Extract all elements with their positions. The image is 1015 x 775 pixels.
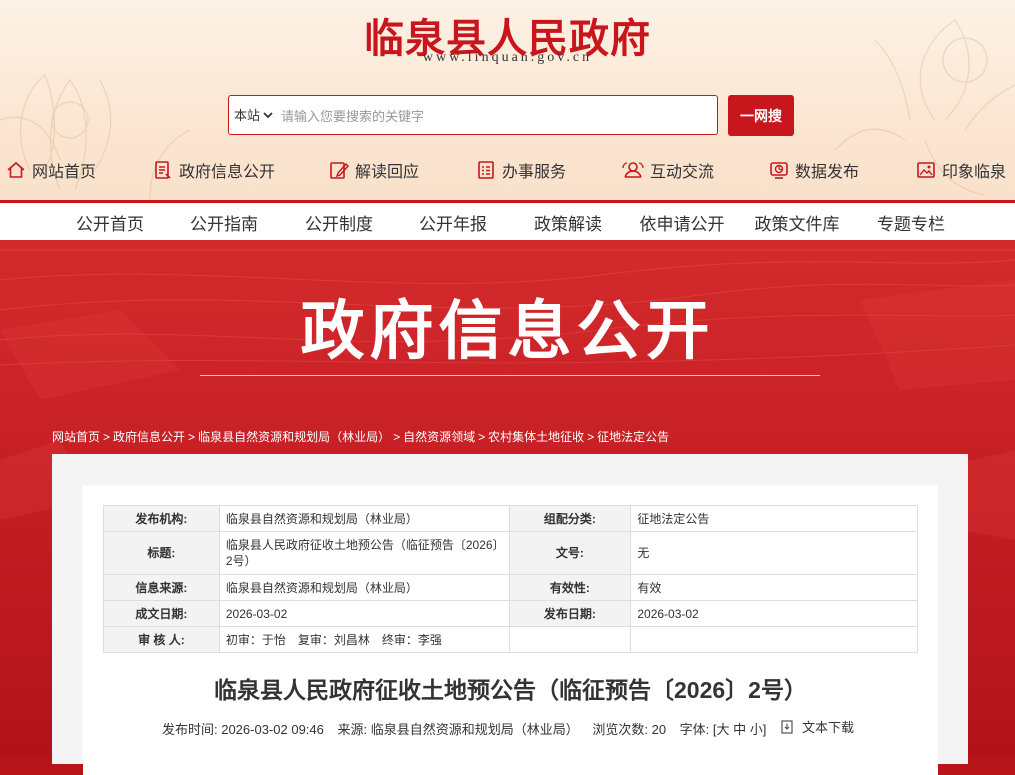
- validity-value: 有效: [630, 574, 918, 601]
- breadcrumb-link[interactable]: 征地法定公告: [597, 430, 669, 444]
- download-icon: [781, 719, 793, 734]
- source-label: 信息来源:: [103, 574, 220, 601]
- edit-icon: [330, 162, 349, 179]
- nav-interpretation-label: 解读回应: [355, 164, 420, 181]
- article-info: 发布时间: 2026-03-02 09:46 来源: 临泉县自然资源和规划局（林…: [83, 717, 938, 738]
- nav-services-label: 办事服务: [502, 164, 567, 181]
- article-publish-time: 发布时间: 2026-03-02 09:46: [162, 721, 324, 737]
- breadcrumb-separator: >: [393, 430, 401, 444]
- text-download-button[interactable]: 文本下载: [780, 717, 859, 736]
- search-button[interactable]: 一网搜: [728, 95, 794, 136]
- breadcrumb-link[interactable]: 临泉县自然资源和规划局（林业局）: [198, 430, 390, 444]
- content-inner: 发布机构: 临泉县自然资源和规划局（林业局） 组配分类: 征地法定公告 标题: …: [83, 485, 938, 775]
- subnav-guide[interactable]: 公开指南: [190, 210, 258, 235]
- search-box: 本站: [228, 95, 718, 135]
- breadcrumb-separator: >: [478, 430, 486, 444]
- search-scope-label: 本站: [234, 108, 261, 123]
- banner-title: 政府信息公开: [300, 295, 715, 369]
- nav-gov-info[interactable]: 政府信息公开: [153, 155, 275, 185]
- content-card: 发布机构: 临泉县自然资源和规划局（林业局） 组配分类: 征地法定公告 标题: …: [52, 454, 968, 775]
- text-download-label: 文本下载: [801, 720, 854, 735]
- subnav-annual-report[interactable]: 公开年报: [419, 210, 487, 235]
- nav-home[interactable]: 网站首页: [6, 155, 96, 185]
- category-label: 组配分类:: [508, 505, 632, 532]
- reviewer-label: 审 核 人:: [103, 626, 220, 653]
- publisher-value: 临泉县自然资源和规划局（林业局）: [218, 505, 510, 532]
- nav-data-label: 数据发布: [795, 164, 860, 181]
- table-row: 发布机构: 临泉县自然资源和规划局（林业局） 组配分类: 征地法定公告: [103, 505, 918, 532]
- subnav-system[interactable]: 公开制度: [305, 210, 373, 235]
- font-size-control[interactable]: 字体: [大 中 小]: [680, 722, 767, 737]
- metadata-table: 发布机构: 临泉县自然资源和规划局（林业局） 组配分类: 征地法定公告 标题: …: [103, 505, 918, 653]
- article-title: 临泉县人民政府征收土地预公告（临征预告〔2026〕2号）: [214, 677, 807, 703]
- category-value: 征地法定公告: [630, 505, 918, 532]
- breadcrumb-separator: >: [188, 430, 196, 444]
- interaction-icon: [622, 162, 644, 178]
- breadcrumb: 网站首页 > 政府信息公开 > 临泉县自然资源和规划局（林业局） > 自然资源领域 > 农村集体…: [52, 428, 669, 445]
- nav-interaction-label: 互动交流: [650, 164, 715, 181]
- table-row: 标题: 临泉县人民政府征收土地预公告（临征预告〔2026〕2号） 文号: 无: [103, 531, 918, 575]
- breadcrumb-separator: >: [587, 430, 595, 444]
- nav-services[interactable]: 办事服务: [476, 155, 566, 185]
- site-url: www.linquan.gov.cn: [422, 50, 593, 65]
- chart-icon: [770, 162, 788, 179]
- article-views: 浏览次数: 20: [592, 721, 667, 737]
- published-date-label: 发布日期:: [508, 600, 632, 627]
- published-date-value: 2026-03-02: [630, 600, 918, 627]
- image-icon: [917, 162, 935, 178]
- doc-no-value: 无: [630, 531, 918, 575]
- nav-impression[interactable]: 印象临泉: [916, 155, 1006, 185]
- empty-cell: [508, 626, 632, 653]
- title-label: 标题:: [103, 531, 220, 575]
- list-icon: [478, 161, 494, 179]
- home-icon: [7, 161, 25, 178]
- subnav-policy-interpretation[interactable]: 政策解读: [534, 210, 602, 235]
- source-value: 临泉县自然资源和规划局（林业局）: [218, 574, 510, 601]
- doc-no-label: 文号:: [508, 531, 632, 575]
- breadcrumb-separator: >: [103, 430, 111, 444]
- search-input[interactable]: [279, 104, 703, 128]
- breadcrumb-link[interactable]: 网站首页: [52, 430, 100, 444]
- main-nav: 网站首页 政府信息公开 解读回应 办事服务 互动交流 数据发布 印象临泉: [0, 155, 1015, 189]
- subnav-policy-library[interactable]: 政策文件库: [755, 210, 840, 235]
- nav-gov-info-label: 政府信息公开: [179, 164, 276, 181]
- reviewer-value: 初审：于怡 复审：刘昌林 终审：李强: [218, 626, 510, 653]
- empty-cell: [630, 626, 918, 653]
- nav-interpretation[interactable]: 解读回应: [329, 155, 419, 185]
- banner-divider: [200, 375, 820, 376]
- title-value: 临泉县人民政府征收土地预公告（临征预告〔2026〕2号）: [218, 531, 510, 575]
- article-source: 来源: 临泉县自然资源和规划局（林业局）: [337, 721, 579, 737]
- created-date-label: 成文日期:: [103, 600, 220, 627]
- document-icon: [155, 161, 171, 179]
- search-scope-select[interactable]: 本站: [234, 105, 273, 124]
- breadcrumb-link[interactable]: 自然资源领域: [403, 430, 475, 444]
- sub-nav: 公开首页 公开指南 公开制度 公开年报 政策解读 依申请公开 政策文件库 专题专…: [0, 200, 1015, 240]
- nav-data[interactable]: 数据发布: [769, 155, 859, 185]
- table-row: 信息来源: 临泉县自然资源和规划局（林业局） 有效性: 有效: [103, 574, 918, 601]
- breadcrumb-link[interactable]: 政府信息公开: [113, 430, 185, 444]
- table-row: 成文日期: 2026-03-02 发布日期: 2026-03-02: [103, 600, 918, 627]
- chevron-down-icon: [263, 111, 273, 122]
- breadcrumb-link[interactable]: 农村集体土地征收: [488, 430, 584, 444]
- nav-home-label: 网站首页: [32, 164, 97, 181]
- subnav-application[interactable]: 依申请公开: [640, 210, 725, 235]
- nav-impression-label: 印象临泉: [942, 164, 1007, 181]
- subnav-special-topics[interactable]: 专题专栏: [877, 210, 945, 235]
- nav-interaction[interactable]: 互动交流: [622, 155, 714, 185]
- subnav-open-home[interactable]: 公开首页: [76, 210, 144, 235]
- table-row: 审 核 人: 初审：于怡 复审：刘昌林 终审：李强: [103, 626, 918, 653]
- publisher-label: 发布机构:: [103, 505, 220, 532]
- created-date-value: 2026-03-02: [218, 600, 510, 627]
- validity-label: 有效性:: [508, 574, 632, 601]
